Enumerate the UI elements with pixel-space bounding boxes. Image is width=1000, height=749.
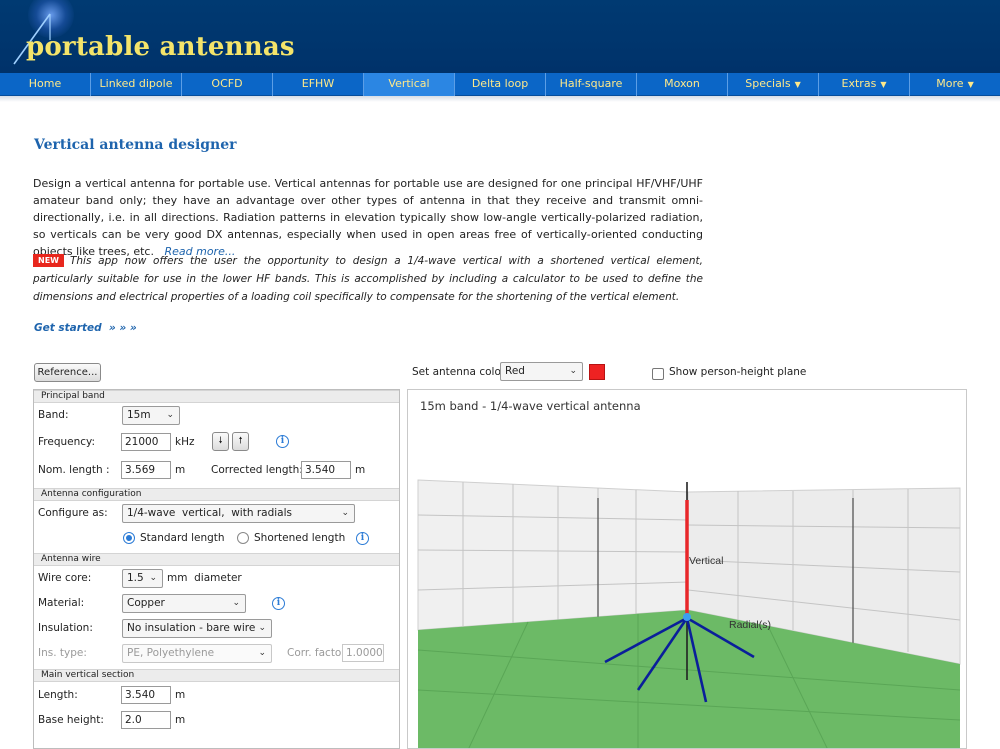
base-height-unit: m [175,714,186,726]
arrows-icon: » » » [108,322,137,334]
nav-item-ocfd[interactable]: OCFD [182,73,273,96]
nom-length-label: Nom. length : [38,464,110,476]
chevron-down-icon: ⌄ [569,366,577,376]
info-icon[interactable]: i [276,435,289,448]
base-height-input[interactable]: 2.0 [121,711,171,729]
nav-item-specials[interactable]: Specials ▼ [728,73,819,96]
page-title: Vertical antenna designer [34,137,237,153]
length-label: Length: [38,689,78,701]
nom-length-unit: m [175,464,186,476]
antenna-color-select[interactable]: Red ⌄ [500,362,583,381]
section-principal-band: Principal band [34,390,399,403]
get-started-link[interactable]: Get started » » » [34,322,137,334]
wire-core-unit: mm diameter [167,572,242,584]
section-main-vertical: Main vertical section [34,669,399,682]
main-nav: Home Linked dipole OCFD EFHW Vertical De… [0,73,1000,96]
arrow-down-icon: 🠗 [218,436,223,446]
wire-core-select[interactable]: 1.5 ⌄ [122,569,163,588]
section-antenna-configuration: Antenna configuration [34,488,399,501]
design-panel: Principal band Band: 15m ⌄ Frequency: 210… [33,389,400,749]
new-badge: NEW [33,254,64,267]
standard-length-label: Standard length [140,532,225,544]
nom-length-input[interactable]: 3.569 [121,461,171,479]
chevron-down-icon: ▼ [967,80,974,89]
chevron-down-icon: ⌄ [258,623,266,633]
site-logo[interactable]: portable antennas [26,32,295,62]
antenna-3d-view[interactable]: 15m band - 1/4-wave vertical antenna Ver… [407,389,967,749]
corrected-length-unit: m [355,464,366,476]
antenna-color-label: Set antenna color: [412,366,509,378]
frequency-label: Frequency: [38,436,96,448]
nav-item-linked-dipole[interactable]: Linked dipole [91,73,182,96]
material-select[interactable]: Copper ⌄ [122,594,246,613]
intro-paragraph: Design a vertical antenna for portable u… [33,175,703,260]
band-label: Band: [38,409,69,421]
configure-as-select[interactable]: 1/4-wave vertical, with radials ⌄ [122,504,355,523]
nav-shadow [0,96,1000,102]
frequency-unit: kHz [175,436,195,448]
new-feature-paragraph: NEW This app now offers the user the oppo… [33,252,703,306]
person-plane-label: Show person-height plane [669,366,807,378]
new-feature-text: This app now offers the user the opportu… [33,255,703,303]
length-unit: m [175,689,186,701]
section-antenna-wire: Antenna wire [34,553,399,566]
ins-type-label: Ins. type: [38,647,87,659]
antenna-color-swatch [589,364,605,380]
antenna-3d-canvas: Vertical Radial(s) [417,479,961,748]
chevron-down-icon: ⌄ [258,648,266,658]
corrected-length-label: Corrected length: [211,464,303,476]
nav-item-moxon[interactable]: Moxon [637,73,728,96]
length-input[interactable]: 3.540 [121,686,171,704]
arrow-up-icon: 🠕 [238,436,243,446]
chevron-down-icon: ⌄ [149,573,157,583]
chevron-down-icon: ⌄ [232,598,240,608]
site-header: portable antennas [0,0,1000,73]
material-label: Material: [38,597,85,609]
insulation-select[interactable]: No insulation - bare wire ⌄ [122,619,272,638]
shortened-length-label: Shortened length [254,532,346,544]
radials-label: Radial(s) [729,619,771,631]
nav-item-efhw[interactable]: EFHW [273,73,364,96]
wire-core-label: Wire core: [38,572,92,584]
corr-factor-label: Corr. factor: [287,647,350,659]
info-icon[interactable]: i [272,597,285,610]
nav-item-extras[interactable]: Extras ▼ [819,73,910,96]
person-plane-checkbox[interactable] [652,368,664,380]
shortened-length-radio[interactable] [237,532,249,544]
frequency-up-button[interactable]: 🠕 [232,432,249,451]
chevron-down-icon: ▼ [880,80,887,89]
frequency-input[interactable]: 21000 [121,433,171,451]
nav-item-delta-loop[interactable]: Delta loop [455,73,546,96]
configure-as-label: Configure as: [38,507,108,519]
vertical-label: Vertical [689,555,723,567]
corrected-length-input[interactable]: 3.540 [301,461,351,479]
chevron-down-icon: ▼ [794,80,801,89]
reference-button[interactable]: Reference... [34,363,101,382]
info-icon[interactable]: i [356,532,369,545]
chevron-down-icon: ⌄ [166,410,174,420]
nav-item-half-square[interactable]: Half-square [546,73,637,96]
frequency-down-button[interactable]: 🠗 [212,432,229,451]
ins-type-select: PE, Polyethylene ⌄ [122,644,272,663]
insulation-label: Insulation: [38,622,93,634]
intro-text: Design a vertical antenna for portable u… [33,177,703,258]
band-select[interactable]: 15m ⌄ [122,406,180,425]
nav-item-home[interactable]: Home [0,73,91,96]
corr-factor-input: 1.0000 [342,644,384,662]
chevron-down-icon: ⌄ [341,508,349,518]
standard-length-radio[interactable] [123,532,135,544]
nav-item-more[interactable]: More ▼ [910,73,1000,96]
base-height-label: Base height: [38,714,104,726]
nav-item-vertical[interactable]: Vertical [364,73,455,96]
